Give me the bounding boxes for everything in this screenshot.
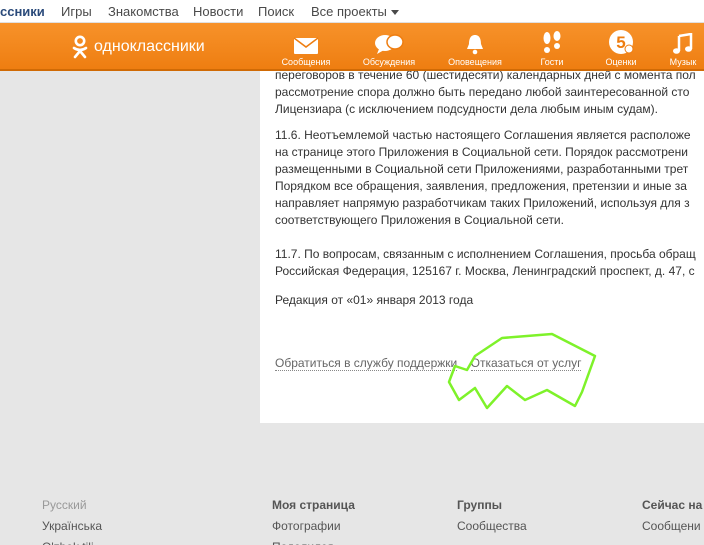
clause-11-7: 11.7. По вопросам, связанным с исполнени… bbox=[275, 246, 704, 280]
top-navigation: ссники Игры Знакомства Новости Поиск Все… bbox=[0, 0, 704, 23]
logo-text: одноклассники bbox=[94, 38, 205, 55]
footer-languages: Русский Українська O'zbek tili bbox=[42, 495, 102, 545]
nav-notifications-label: Оповещения bbox=[448, 57, 502, 67]
nav-messages[interactable]: Сообщения bbox=[271, 31, 341, 67]
lang-russian: Русский bbox=[42, 498, 87, 512]
page-footer: Русский Українська O'zbek tili Моя стран… bbox=[0, 423, 704, 545]
footer-messages-link[interactable]: Сообщени bbox=[642, 516, 702, 537]
all-projects-dropdown[interactable]: Все проекты bbox=[311, 4, 399, 19]
brand-link[interactable]: ссники bbox=[0, 4, 45, 19]
text-line: 11.6. Неотъемлемой частью настоящего Сог… bbox=[275, 128, 691, 142]
footer-groups: Группы Сообщества bbox=[457, 495, 527, 537]
text-line: соответствующего Приложения в Социальной… bbox=[275, 213, 564, 227]
text-line: переговоров в течение 60 (шестидесяти) к… bbox=[275, 71, 696, 82]
nav-music[interactable]: Музык bbox=[653, 31, 704, 67]
text-line: рассмотрение спора должно быть передано … bbox=[275, 85, 690, 99]
nav-notifications[interactable]: Оповещения bbox=[440, 31, 510, 67]
footer-my-page: Моя страница Фотографии Поделился bbox=[272, 495, 355, 545]
text-line: Редакция от «01» января 2013 года bbox=[275, 293, 474, 307]
nav-guests[interactable]: Гости bbox=[517, 31, 587, 67]
footer-shared-link[interactable]: Поделился bbox=[272, 537, 355, 545]
chat-bubbles-icon bbox=[354, 31, 424, 55]
footer-my-page-title[interactable]: Моя страница bbox=[272, 495, 355, 516]
nav-ratings-label: Оценки bbox=[605, 57, 637, 67]
bell-icon bbox=[440, 31, 510, 55]
nav-guests-label: Гости bbox=[540, 57, 564, 67]
text-line: Порядком все обращения, заявления, предл… bbox=[275, 179, 687, 193]
lang-uzbek[interactable]: O'zbek tili bbox=[42, 537, 102, 545]
envelope-icon bbox=[271, 31, 341, 55]
support-link[interactable]: Обратиться в службу поддержки bbox=[275, 356, 458, 371]
footer-photos-link[interactable]: Фотографии bbox=[272, 516, 355, 537]
text-line: размещенными в Социальной сети Приложени… bbox=[275, 162, 689, 176]
lang-ukrainian[interactable]: Українська bbox=[42, 516, 102, 537]
edition-date: Редакция от «01» января 2013 года bbox=[275, 292, 704, 309]
footer-groups-title[interactable]: Группы bbox=[457, 495, 527, 516]
text-line: Лицензиара (с исключением подсудности де… bbox=[275, 102, 658, 116]
footer-now-on: Сейчас на Сообщени bbox=[642, 495, 702, 537]
clause-11-6: 11.6. Неотъемлемой частью настоящего Сог… bbox=[275, 127, 704, 229]
nav-link-news[interactable]: Новости bbox=[193, 4, 243, 19]
nav-link-search[interactable]: Поиск bbox=[258, 4, 294, 19]
site-logo[interactable]: одноклассники bbox=[72, 33, 205, 61]
nav-ratings[interactable]: 5 Оценки bbox=[586, 30, 656, 67]
svg-text:5: 5 bbox=[616, 33, 625, 52]
main-header: одноклассники Сообщения Обсуждения Опове… bbox=[0, 23, 704, 71]
footer-now-on-title[interactable]: Сейчас на bbox=[642, 495, 702, 516]
nav-messages-label: Сообщения bbox=[281, 57, 331, 67]
rating-five-icon: 5 bbox=[586, 30, 656, 55]
footer-communities-link[interactable]: Сообщества bbox=[457, 516, 527, 537]
text-line: на странице этого Приложения в Социально… bbox=[275, 145, 688, 159]
text-line: направляет напрямую разработчикам таких … bbox=[275, 196, 690, 210]
highlight-scribble-icon bbox=[447, 332, 597, 410]
chevron-down-icon bbox=[390, 10, 399, 16]
all-projects-label: Все проекты bbox=[311, 4, 387, 19]
nav-link-dating[interactable]: Знакомства bbox=[108, 4, 179, 19]
nav-discussions[interactable]: Обсуждения bbox=[354, 31, 424, 67]
odnoklassniki-logo-icon bbox=[72, 35, 88, 59]
nav-link-games[interactable]: Игры bbox=[61, 4, 92, 19]
music-note-icon bbox=[653, 31, 704, 55]
nav-music-label: Музык bbox=[669, 57, 697, 67]
nav-discussions-label: Обсуждения bbox=[362, 57, 416, 67]
text-line: Российская Федерация, 125167 г. Москва, … bbox=[275, 264, 695, 278]
text-line: 11.7. По вопросам, связанным с исполнени… bbox=[275, 247, 696, 261]
agreement-text: переговоров в течение 60 (шестидесяти) к… bbox=[275, 71, 704, 118]
footprints-icon bbox=[517, 31, 587, 55]
